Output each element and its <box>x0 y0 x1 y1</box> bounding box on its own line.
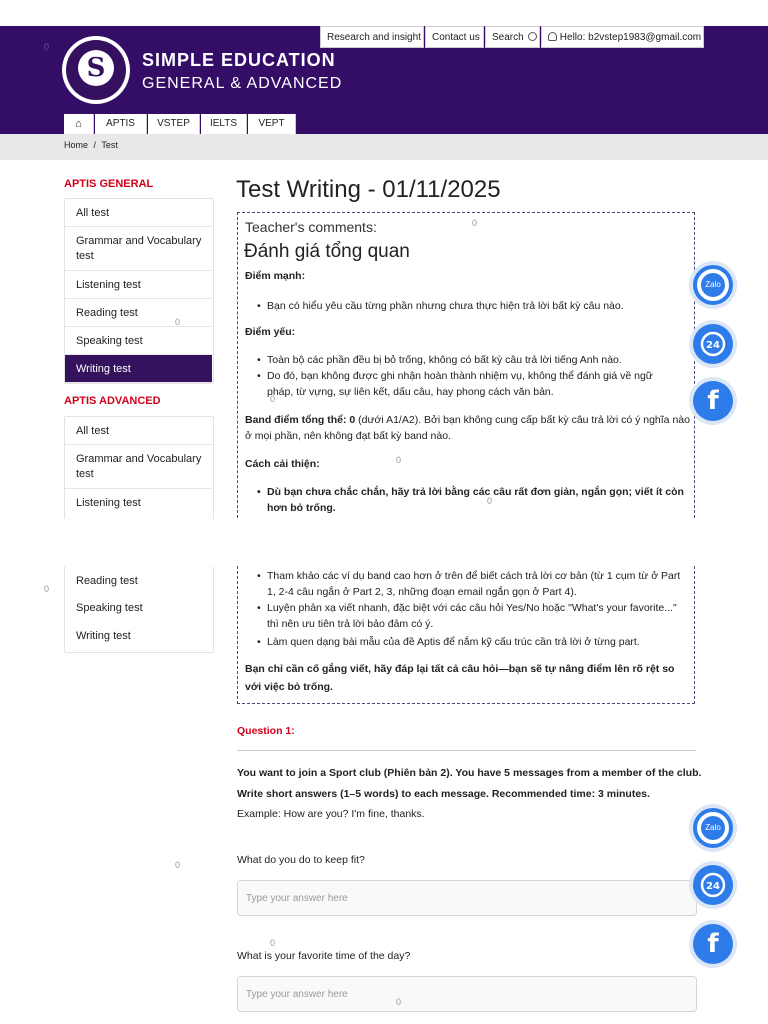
nav-home-tab[interactable]: ⌂ <box>64 114 94 134</box>
sidebar-adv-grammar[interactable]: Grammar and Vocabulary test <box>65 445 212 489</box>
search-link[interactable]: Search <box>485 26 540 48</box>
sidebar-item-listening[interactable]: Listening test <box>65 271 212 299</box>
facebook-button[interactable]: f <box>693 924 733 964</box>
answer-input[interactable] <box>237 880 697 916</box>
hotline-button[interactable]: 24 <box>693 324 733 364</box>
stray-counter: 0 <box>175 317 181 327</box>
improve-item: Làm quen dạng bài mẫu của đề Aptis để nắ… <box>257 634 687 650</box>
user-greeting: Hello: b2vstep1983@gmail.com <box>559 32 702 43</box>
question-example: Example: How are you? I'm fine, thanks. <box>237 808 425 820</box>
sidebar-advanced-list-bottom: Reading test Speaking test Writing test <box>64 566 214 653</box>
breadcrumb-current: Test <box>101 140 118 150</box>
comment-heading: Đánh giá tổng quan <box>244 241 410 262</box>
home-icon: ⌂ <box>75 118 82 130</box>
breadcrumb: Home / Test <box>64 140 118 150</box>
question-label: Question 1: <box>237 725 295 737</box>
facebook-icon: f <box>707 929 719 959</box>
nav-tab-aptis[interactable]: APTIS <box>95 114 147 134</box>
improve-item: Tham khảo các ví dụ band cao hơn ở trên … <box>257 568 687 600</box>
brand-name: SIMPLE EDUCATION <box>142 50 336 70</box>
sidebar-adv-reading[interactable]: Reading test <box>65 566 212 594</box>
sidebar-item-speaking[interactable]: Speaking test <box>65 327 212 355</box>
hotline-button[interactable]: 24 <box>693 865 733 905</box>
zalo-icon: Zalo <box>701 816 725 840</box>
logo-letter: S <box>78 50 114 86</box>
nav-tab-vstep[interactable]: VSTEP <box>148 114 200 134</box>
improve-label: Cách cải thiện: <box>245 458 320 470</box>
sidebar-item-all-test[interactable]: All test <box>65 199 212 227</box>
weakness-item: Do đó, bạn không được ghi nhận hoàn thàn… <box>257 368 677 400</box>
question-prompt: What do you do to keep fit? <box>237 854 365 866</box>
research-link[interactable]: Research and insight <box>320 26 424 48</box>
zalo-chat-button[interactable]: Zalo <box>693 265 733 305</box>
comment-closing: Bạn chỉ cần cố gắng viết, hãy đáp lại tấ… <box>245 663 675 693</box>
phone-24-icon: 24 <box>700 872 726 898</box>
sidebar-adv-all-test[interactable]: All test <box>65 417 212 445</box>
sidebar-section-advanced: APTIS ADVANCED <box>64 395 161 407</box>
stray-counter: 0 <box>396 997 402 1007</box>
contact-link[interactable]: Contact us <box>425 26 484 48</box>
zalo-icon: Zalo <box>701 273 725 297</box>
facebook-icon: f <box>707 386 719 416</box>
band-score-label: Band điểm tổng thể: 0 <box>245 414 356 426</box>
search-label: Search <box>492 32 524 43</box>
search-icon <box>528 32 538 41</box>
sidebar-adv-writing[interactable]: Writing test <box>65 622 212 650</box>
improve-item: Dù bạn chưa chắc chắn, hãy trả lời bằng … <box>257 484 687 516</box>
strengths-label: Điểm mạnh: <box>245 270 306 282</box>
sidebar-advanced-list-top: All test Grammar and Vocabulary test Lis… <box>64 416 214 519</box>
weakness-item: Toàn bộ các phần đều bị bỏ trống, không … <box>257 352 687 368</box>
stray-counter: 0 <box>44 584 50 594</box>
stray-counter: 0 <box>175 860 181 870</box>
stray-counter: 0 <box>487 496 493 506</box>
page-title: Test Writing - 01/11/2025 <box>236 176 501 203</box>
stray-counter: 0 <box>396 455 402 465</box>
zalo-chat-button[interactable]: Zalo <box>693 808 733 848</box>
header-counter: 0 <box>44 42 50 52</box>
answer-input[interactable] <box>237 976 697 1012</box>
question-divider <box>237 750 696 751</box>
strength-item: Bạn có hiểu yêu cầu từng phần nhưng chưa… <box>257 298 687 314</box>
sidebar-item-reading[interactable]: Reading test <box>65 299 212 327</box>
sidebar-item-writing-active[interactable]: Writing test <box>65 355 212 383</box>
nav-tab-vept[interactable]: VEPT <box>248 114 296 134</box>
question-prompt: What is your favorite time of the day? <box>237 950 411 962</box>
stray-counter: 0 <box>472 218 478 228</box>
improve-item: Luyện phản xạ viết nhanh, đặc biệt với c… <box>257 600 677 632</box>
user-account-link[interactable]: Hello: b2vstep1983@gmail.com <box>541 26 704 48</box>
comment-label: Teacher's comments: <box>245 219 377 235</box>
sidebar-section-general: APTIS GENERAL <box>64 178 154 190</box>
phone-24-icon: 24 <box>700 331 726 357</box>
phone-badge: 24 <box>706 881 720 892</box>
sidebar-item-grammar[interactable]: Grammar and Vocabulary test <box>65 227 212 271</box>
nav-tab-ielts[interactable]: IELTS <box>201 114 247 134</box>
band-score: Band điểm tổng thể: 0 (dưới A1/A2). Bởi … <box>245 412 691 444</box>
sidebar-adv-speaking[interactable]: Speaking test <box>65 594 212 622</box>
stray-counter: 0 <box>270 938 276 948</box>
weaknesses-label: Điểm yếu: <box>245 326 296 338</box>
brand-tagline: GENERAL & ADVANCED <box>142 75 343 92</box>
phone-badge: 24 <box>706 340 720 351</box>
sidebar-adv-listening[interactable]: Listening test <box>65 489 212 519</box>
sidebar-general-list: All test Grammar and Vocabulary test Lis… <box>64 198 214 384</box>
breadcrumb-separator: / <box>93 140 97 150</box>
question-instruction: You want to join a Sport club (Phiên bản… <box>237 767 702 800</box>
user-icon <box>548 32 557 41</box>
breadcrumb-home[interactable]: Home <box>64 140 88 150</box>
stray-counter: 0 <box>270 394 276 404</box>
facebook-button[interactable]: f <box>693 381 733 421</box>
